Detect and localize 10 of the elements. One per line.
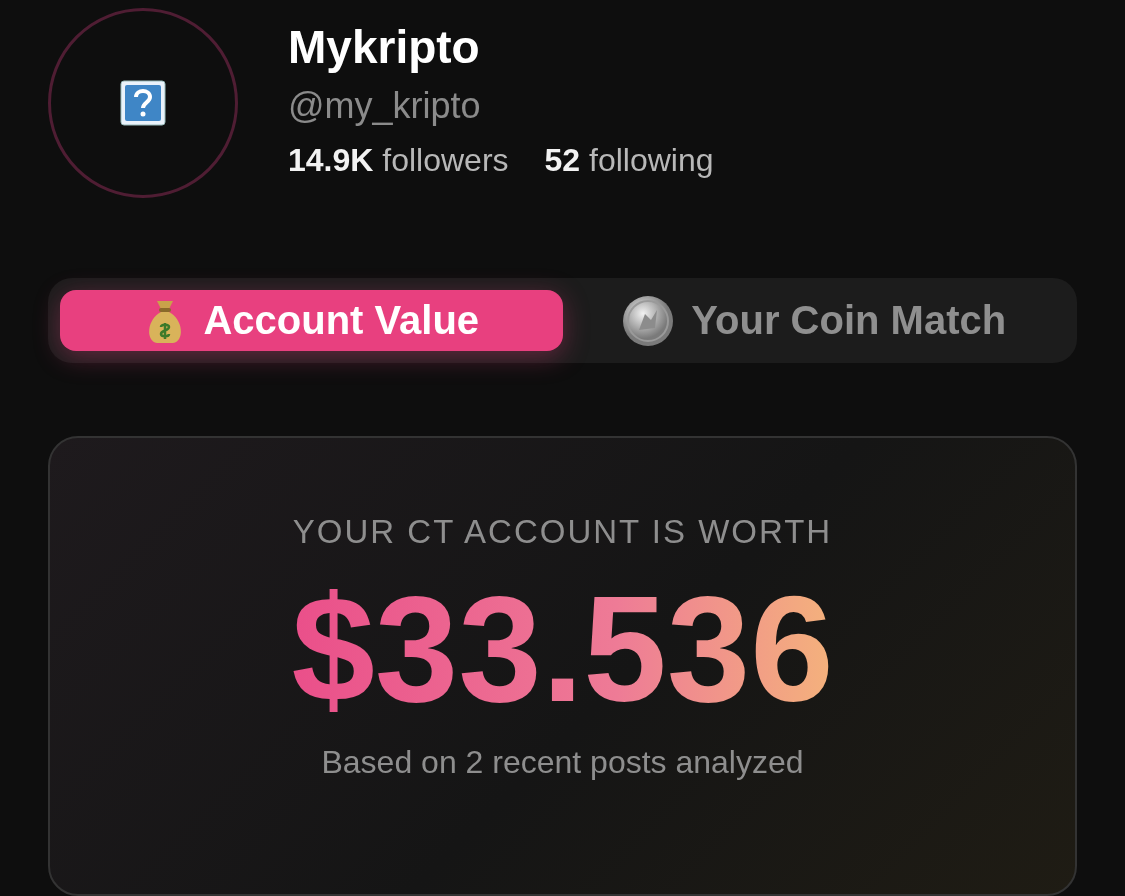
profile-handle: @my_kripto <box>288 84 482 128</box>
card-caption: YOUR CT ACCOUNT IS WORTH <box>292 512 833 552</box>
tab[interactable]: Account Value <box>60 290 563 351</box>
stat-text: 52 following <box>544 142 714 179</box>
profile-name: Mykripto <box>288 20 481 75</box>
broken-image-icon <box>120 80 166 126</box>
stat-text: 14.9K followers <box>288 142 509 179</box>
card-note: Based on 2 recent posts analyzed <box>321 744 804 781</box>
tab[interactable]: Your Coin Match <box>562 290 1065 351</box>
coin-icon <box>621 293 676 348</box>
